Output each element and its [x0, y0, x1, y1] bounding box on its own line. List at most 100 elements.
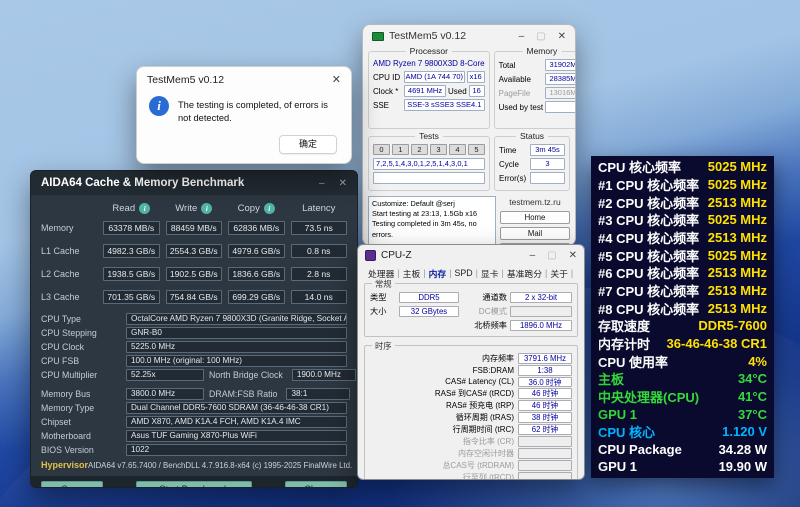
cpuz-tab[interactable]: 关于	[547, 267, 571, 280]
monitor-row-label: 存取速度	[598, 319, 651, 335]
minimize-icon[interactable]: –	[319, 178, 325, 189]
nb-frequency-label: 北桥频率	[474, 321, 507, 330]
aida64-window: AIDA64 Cache & Memory Benchmark – ✕ Read…	[30, 170, 358, 488]
channels-value: 2 x 32-bit	[510, 291, 572, 303]
system-info-row: Memory Type Dual Channel DDR5-7600 SDRAM…	[41, 402, 347, 414]
monitor-row: 存取速度 DDR5-7600	[598, 317, 767, 335]
status-group-label: Status	[515, 131, 549, 141]
cpuz-tab[interactable]: 显卡	[478, 267, 502, 280]
save-button[interactable]: Save	[41, 481, 103, 487]
monitor-row-value: 4%	[748, 353, 767, 369]
cpuz-tab[interactable]: 主板	[400, 267, 424, 280]
monitor-row-value: 1.120 V	[722, 424, 767, 440]
monitor-row-value: 2513 MHz	[707, 300, 767, 316]
test-number-button[interactable]: 2	[411, 144, 428, 155]
info-row-value: 1022	[126, 444, 347, 456]
write-value: 2554.3 GB/s	[165, 244, 222, 258]
timing-row: 总CAS号 (tRDRAM)	[370, 460, 572, 471]
dc-mode-value	[510, 305, 572, 317]
status-row-label: Time	[499, 145, 517, 155]
channels-label: 通道数	[482, 293, 507, 302]
info-icon[interactable]: i	[139, 203, 151, 214]
testmem-side-button[interactable]: Home	[500, 211, 570, 224]
memory-row-value: 13016Mb	[545, 87, 575, 99]
info-row-value: GNR-B0	[126, 327, 347, 339]
info-icon: i	[149, 96, 169, 116]
info-icon[interactable]: i	[201, 203, 213, 214]
timing-row: 指令比率 (CR)	[370, 436, 572, 447]
ok-button[interactable]: 确定	[279, 135, 337, 154]
system-info-row: CPU Type OctalCore AMD Ryzen 7 9800X3D (…	[41, 313, 347, 325]
test-log-line: Start testing at 23:13, 1.5Gb x16	[372, 209, 478, 219]
test-number-button[interactable]: 0	[373, 144, 390, 155]
monitor-row-value: 5025 MHz	[707, 247, 767, 263]
timings-group: 时序 内存频率 3791.6 MHz FSB:DRAM 1:38 CAS# La…	[364, 340, 578, 479]
aida64-version-credit: AIDA64 v7.65.7400 / BenchDLL 4.7.916.8-x…	[88, 460, 353, 470]
testmem-side-button[interactable]: Mail	[500, 227, 570, 240]
close-icon[interactable]: ✕	[569, 250, 577, 261]
test-pending-field	[373, 172, 485, 184]
testmem5-result-dialog: TestMem5 v0.12 ✕ i The testing is comple…	[136, 66, 352, 164]
close-button[interactable]: Close	[285, 481, 347, 487]
monitor-row: #2 CPU 核心频率 2513 MHz	[598, 193, 767, 211]
cpuz-app-icon	[365, 249, 376, 261]
timing-row-label: RAS# 预充电 (tRP)	[445, 401, 514, 411]
timing-row: 行周期时间 (tRC) 62 时钟	[370, 424, 572, 435]
monitor-row-value: 34°C	[737, 371, 767, 387]
processor-group-label: Processor	[405, 46, 452, 56]
minimize-icon[interactable]: –	[530, 250, 536, 261]
info-row-label: Chipset	[41, 417, 71, 427]
monitor-row: 中央处理器(CPU) 41°C	[598, 388, 767, 406]
start-benchmark-button[interactable]: Start Benchmark	[136, 481, 252, 487]
monitor-row-value: DDR5-7600	[698, 318, 767, 334]
monitor-row: #8 CPU 核心频率 2513 MHz	[598, 299, 767, 317]
latency-value: 0.8 ns	[290, 244, 347, 258]
read-value: 63378 MB/s	[103, 221, 160, 235]
monitor-row: GPU 1 37°C	[598, 405, 767, 423]
cpuz-tab[interactable]: 内存	[426, 267, 450, 280]
close-icon[interactable]: ✕	[332, 73, 341, 86]
monitor-row: #6 CPU 核心频率 2513 MHz	[598, 264, 767, 282]
cpuz-titlebar: CPU-Z – ▢ ✕	[358, 245, 584, 265]
monitor-row-label: #1 CPU 核心频率	[598, 177, 700, 193]
timing-row: RAS# 到CAS# (tRCD) 46 时钟	[370, 388, 572, 399]
monitor-row-label: #6 CPU 核心频率	[598, 266, 700, 282]
timing-row-value: 38 时钟	[518, 412, 572, 423]
monitor-row: 主板 34°C	[598, 370, 767, 388]
test-number-button[interactable]: 4	[449, 144, 466, 155]
testmem5-window-title: TestMem5 v0.12	[389, 30, 467, 42]
write-value: 88459 MB/s	[165, 221, 222, 235]
test-number-button[interactable]: 3	[430, 144, 447, 155]
monitor-row-value: 2513 MHz	[707, 265, 767, 281]
memory-bus-row: Memory Bus 3800.0 MHz DRAM:FSB Ratio 38:…	[41, 388, 351, 400]
cpuz-tab[interactable]: SPD	[452, 268, 476, 278]
info-icon[interactable]: i	[263, 203, 275, 214]
monitor-row-label: #8 CPU 核心频率	[598, 301, 700, 317]
monitor-row-label: #7 CPU 核心频率	[598, 283, 700, 299]
test-log: Customize: Default @serj Start testing a…	[368, 196, 496, 245]
cpuz-tab[interactable]: 基准跑分	[504, 267, 545, 280]
status-row-label: Cycle	[499, 159, 520, 169]
testmem-site-link[interactable]: testmem.tz.ru	[500, 197, 570, 207]
monitor-row-value: 2513 MHz	[707, 194, 767, 210]
test-number-button[interactable]: 1	[392, 144, 409, 155]
tests-group-label: Tests	[415, 131, 443, 141]
dialog-message: The testing is completed, of errors is n…	[178, 100, 328, 123]
size-value: 32 GBytes	[399, 305, 459, 317]
monitor-row: CPU 核心 1.120 V	[598, 423, 767, 441]
timing-row: 循环周期 (tRAS) 38 时钟	[370, 412, 572, 423]
monitor-row-value: 2513 MHz	[707, 282, 767, 298]
monitor-row: GPU 1 19.90 W	[598, 458, 767, 476]
memory-row-label: Available	[498, 74, 531, 84]
copy-value: 1836.6 GB/s	[228, 267, 285, 281]
timing-row-value	[518, 448, 572, 459]
timing-row-label: RAS# 到CAS# (tRCD)	[434, 389, 514, 399]
test-number-button[interactable]: 5	[468, 144, 485, 155]
close-icon[interactable]: ✕	[558, 31, 566, 42]
sse-label: SSE	[373, 100, 390, 110]
close-icon[interactable]: ✕	[339, 178, 347, 189]
minimize-icon[interactable]: –	[519, 31, 525, 42]
maximize-icon: ▢	[547, 249, 557, 261]
benchmark-row: Memory 63378 MB/s 88459 MB/s 62836 MB/s …	[41, 221, 347, 235]
read-header: Read	[112, 203, 136, 214]
